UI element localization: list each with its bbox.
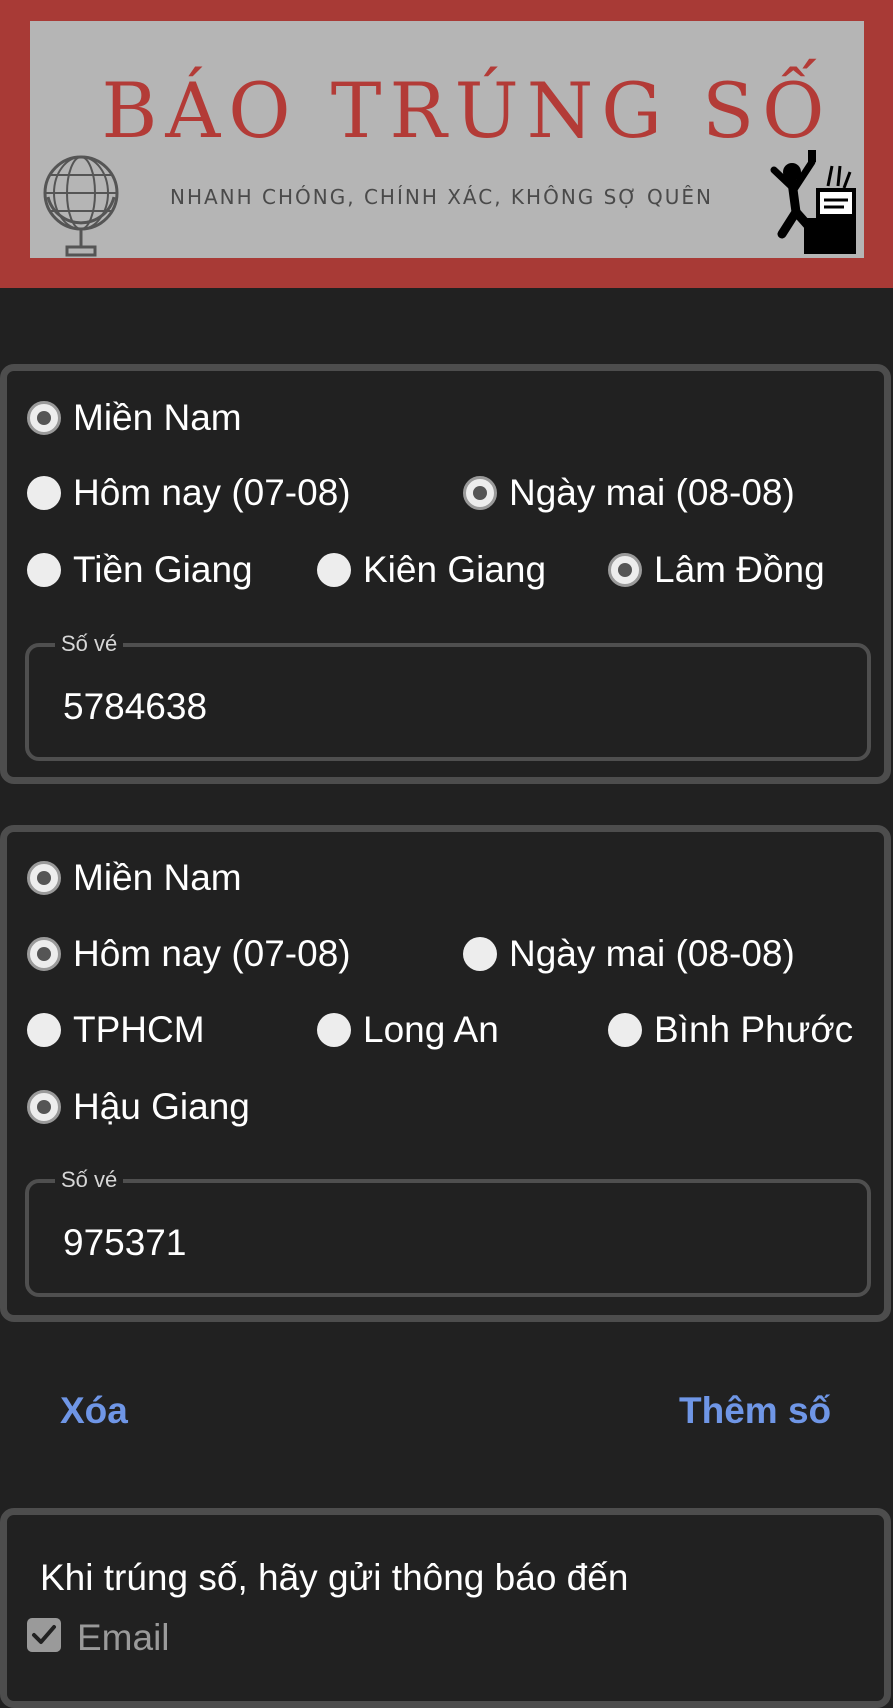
radio-label: Hôm nay (07-08) [73,933,351,974]
ticket-number-input[interactable] [61,1221,825,1265]
radio-day-tomorrow[interactable]: Ngày mai (08-08) [463,472,795,514]
radio-province-hau-giang[interactable]: Hậu Giang [27,1086,250,1128]
radio-unselected-icon [27,476,61,510]
radio-unselected-icon [463,937,497,971]
app-title: BÁO TRÚNG SỐ [101,66,833,155]
radio-region-mien-nam[interactable]: Miền Nam [27,857,242,899]
delete-button[interactable]: Xóa [60,1390,128,1432]
radio-label: Lâm Đồng [654,549,825,590]
ticket-number-input[interactable] [61,685,825,729]
radio-label: Hậu Giang [73,1086,250,1127]
radio-selected-icon [27,1090,61,1124]
ticket-card: Miền Nam Hôm nay (07-08) Ngày mai (08-08… [0,364,891,784]
radio-day-today[interactable]: Hôm nay (07-08) [27,933,351,975]
ticket-number-field[interactable]: Số vé [25,1167,871,1297]
ticket-card: Miền Nam Hôm nay (07-08) Ngày mai (08-08… [0,825,891,1322]
add-number-button[interactable]: Thêm số [679,1390,831,1432]
radio-unselected-icon [317,553,351,587]
radio-selected-icon [27,937,61,971]
radio-label: Tiền Giang [73,549,253,590]
radio-unselected-icon [27,1013,61,1047]
radio-province-lam-dong[interactable]: Lâm Đồng [608,549,825,591]
radio-region-mien-nam[interactable]: Miền Nam [27,397,242,439]
notification-title: Khi trúng số, hãy gửi thông báo đến [40,1557,629,1598]
radio-province-tphcm[interactable]: TPHCM [27,1009,205,1051]
radio-selected-icon [27,401,61,435]
email-checkbox[interactable] [27,1618,61,1652]
ticket-number-field[interactable]: Số vé [25,631,871,761]
celebrating-winner-icon [760,136,856,259]
radio-label: Bình Phước [654,1009,854,1050]
check-icon [32,1625,56,1644]
radio-day-tomorrow[interactable]: Ngày mai (08-08) [463,933,795,975]
radio-unselected-icon [27,553,61,587]
radio-province-kien-giang[interactable]: Kiên Giang [317,549,546,591]
ticket-number-label: Số vé [55,631,124,657]
radio-label: Ngày mai (08-08) [509,472,795,513]
app-tagline: NHANH CHÓNG, CHÍNH XÁC, KHÔNG SỢ QUÊN [170,185,713,209]
banner: BÁO TRÚNG SỐ NHANH CHÓNG, CHÍNH XÁC, KHÔ… [30,21,864,258]
email-checkbox-label: Email [77,1617,170,1658]
radio-label: Ngày mai (08-08) [509,933,795,974]
radio-province-tien-giang[interactable]: Tiền Giang [27,549,253,591]
lottery-globe-icon [40,151,122,268]
radio-selected-icon [608,553,642,587]
notification-card: Khi trúng số, hãy gửi thông báo đến Emai… [0,1508,891,1708]
radio-unselected-icon [317,1013,351,1047]
radio-label: Long An [363,1009,499,1050]
radio-label: Miền Nam [73,857,242,898]
app-header: BÁO TRÚNG SỐ NHANH CHÓNG, CHÍNH XÁC, KHÔ… [0,0,893,288]
radio-day-today[interactable]: Hôm nay (07-08) [27,472,351,514]
radio-label: Miền Nam [73,397,242,438]
radio-selected-icon [463,476,497,510]
ticket-number-label: Số vé [55,1167,124,1193]
radio-selected-icon [27,861,61,895]
radio-province-binh-phuoc[interactable]: Bình Phước [608,1009,853,1051]
radio-label: TPHCM [73,1009,205,1050]
radio-label: Hôm nay (07-08) [73,472,351,513]
radio-province-long-an[interactable]: Long An [317,1009,499,1051]
radio-label: Kiên Giang [363,549,547,590]
radio-unselected-icon [608,1013,642,1047]
